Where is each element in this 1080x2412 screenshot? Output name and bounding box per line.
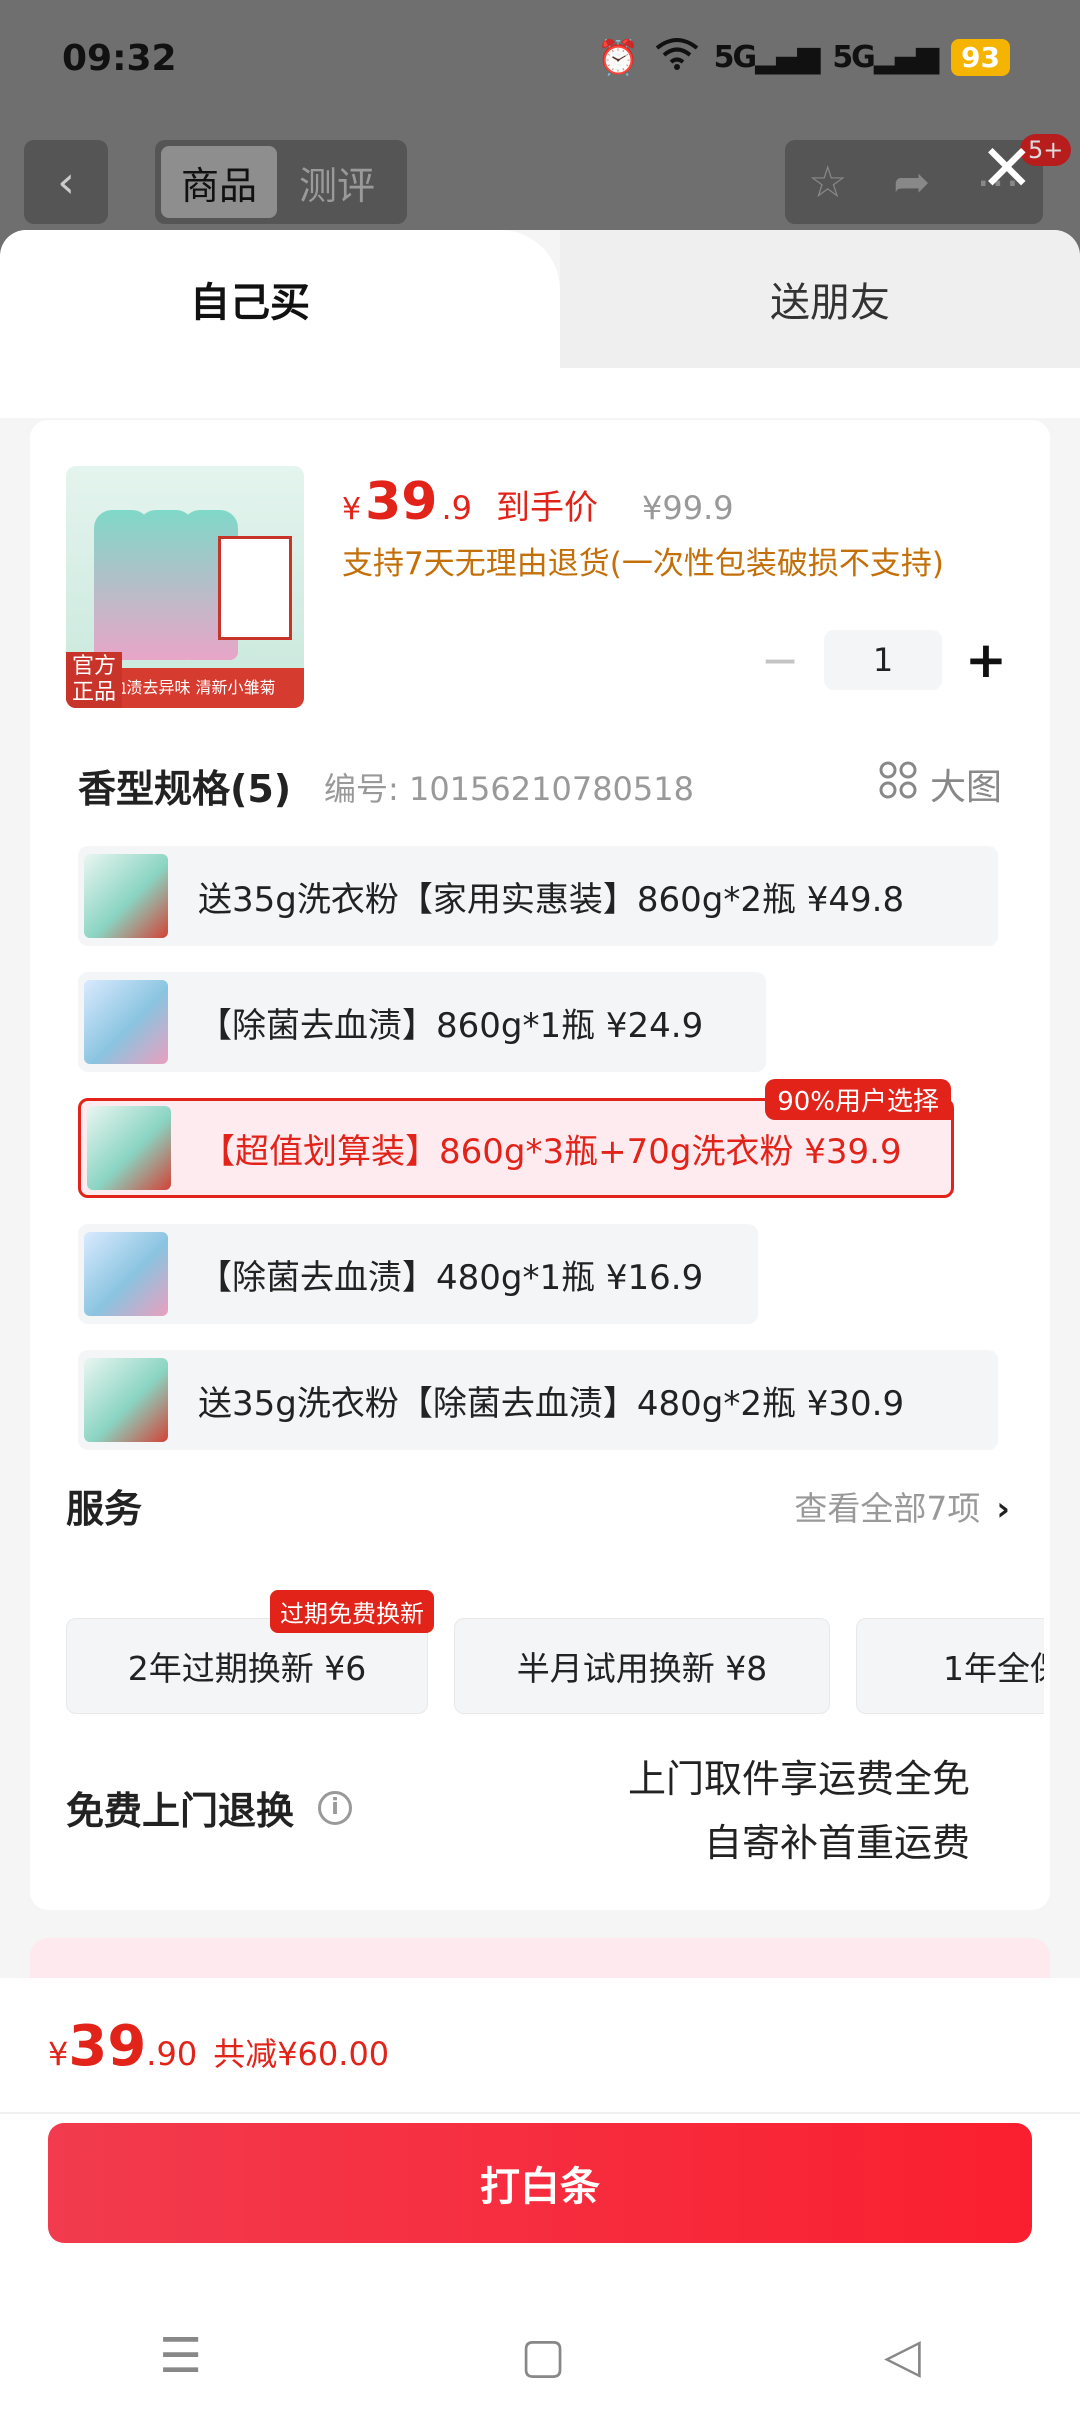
view-all-services[interactable]: 查看全部7项 › xyxy=(794,1482,1010,1530)
view-all-label: 查看全部7项 xyxy=(794,1489,981,1528)
battery-indicator: 93 xyxy=(951,39,1010,76)
share-icon[interactable]: ➦ xyxy=(893,157,930,208)
service-full-protection[interactable]: 1年全保换新 xyxy=(856,1618,1044,1714)
divider xyxy=(0,2112,1080,2114)
tab-gift-friend[interactable]: 送朋友 xyxy=(560,230,1080,368)
signal-icon-1: 5G▂▄▆ xyxy=(713,40,821,75)
big-image-label: 大图 xyxy=(929,767,1002,808)
increase-button[interactable]: + xyxy=(956,631,1016,689)
spec-option-4[interactable]: 【除菌去血渍】480g*1瓶 ¥16.9 xyxy=(78,1224,758,1324)
home-icon[interactable]: ▢ xyxy=(520,2328,565,2384)
product-card: 去血渍去异味 清新小雏菊 官方正品 ¥ 39 .9 到手价 ¥99.9 支持7天… xyxy=(30,420,1050,1910)
status-time: 09:32 xyxy=(62,38,177,79)
price-label: 到手价 xyxy=(496,488,598,528)
total-currency: ¥ xyxy=(48,2035,69,2073)
free-return-label: 免费上门退换 xyxy=(66,1789,295,1833)
option-thumbnail xyxy=(87,1106,171,1190)
option-thumbnail xyxy=(84,1358,168,1442)
product-price: ¥ 39 .9 到手价 ¥99.9 xyxy=(342,472,734,532)
total-integer: 39 xyxy=(68,2014,147,2079)
status-bar: 09:32 ⏰ 5G▂▄▆ 5G▂▄▆ 93 xyxy=(0,0,1080,120)
spec-option-3-selected[interactable]: 【超值划算装】860g*3瓶+70g洗衣粉 ¥39.9 90%用户选择 xyxy=(78,1079,954,1198)
service-title: 服务 xyxy=(66,1487,143,1531)
decrease-button[interactable]: − xyxy=(750,633,810,687)
tab-buy-self[interactable]: 自己买 xyxy=(0,230,560,368)
option-label: 【除菌去血渍】860g*1瓶 ¥24.9 xyxy=(198,1005,704,1046)
promo-strip xyxy=(30,1938,1050,1978)
big-image-button[interactable]: 大图 xyxy=(878,758,1002,810)
quantity-stepper: − 1 + xyxy=(750,630,1016,690)
total-savings: 共减¥60.00 xyxy=(213,2035,390,2073)
expire-replace-badge: 过期免费换新 xyxy=(270,1590,434,1633)
return-self-ship-text: 自寄补首重运费 xyxy=(703,1821,970,1865)
alarm-icon: ⏰ xyxy=(597,37,640,78)
popular-choice-badge: 90%用户选择 xyxy=(765,1079,951,1120)
tab-product[interactable]: 商品 xyxy=(161,146,277,218)
purchase-tabs: 送朋友 自己买 xyxy=(0,230,1080,368)
product-code: 编号: 10156210780518 xyxy=(324,770,694,808)
spec-option-2[interactable]: 【除菌去血渍】860g*1瓶 ¥24.9 xyxy=(78,972,766,1072)
option-label: 【除菌去血渍】480g*1瓶 ¥16.9 xyxy=(198,1257,704,1298)
quantity-input[interactable]: 1 xyxy=(824,630,942,690)
price-integer: 39 xyxy=(365,472,438,532)
favorite-star-icon[interactable]: ☆ xyxy=(808,157,847,208)
pay-baitiao-button[interactable]: 打白条 xyxy=(48,2123,1032,2243)
grid-icon xyxy=(878,760,918,809)
back-triangle-icon[interactable]: ◁ xyxy=(884,2328,921,2384)
tab-review[interactable]: 测评 xyxy=(277,155,397,210)
wifi-icon xyxy=(654,36,700,79)
menu-icon[interactable]: ☰ xyxy=(159,2328,202,2384)
service-trial-replace[interactable]: 半月试用换新 ¥8 xyxy=(454,1618,830,1714)
total-decimal: .90 xyxy=(146,2035,198,2073)
official-badge: 官方正品 xyxy=(66,652,122,708)
price-decimal: .9 xyxy=(441,489,472,527)
chevron-right-icon: › xyxy=(996,1489,1010,1528)
return-policy: 支持7天无理由退货(一次性包装破损不支持) xyxy=(342,546,944,582)
spec-option-1[interactable]: 送35g洗衣粉【家用实惠装】860g*2瓶 ¥49.8 xyxy=(78,846,998,946)
system-nav-bar: ☰ ▢ ◁ xyxy=(0,2300,1080,2412)
product-top-nav: ‹ 商品 测评 ☆ ➦ ⋯ 5+ xyxy=(0,134,1080,230)
chevron-left-icon: ‹ xyxy=(57,156,75,208)
product-image[interactable]: 去血渍去异味 清新小雏菊 官方正品 xyxy=(66,466,304,708)
return-pickup-text: 上门取件享运费全免 xyxy=(627,1757,970,1801)
status-icons: ⏰ 5G▂▄▆ 5G▂▄▆ 93 xyxy=(597,36,1010,79)
option-thumbnail xyxy=(84,854,168,938)
product-tab-switch: 商品 测评 xyxy=(155,140,407,224)
total-price: ¥ 39 .90 共减¥60.00 xyxy=(48,2014,389,2079)
free-return-title: 免费上门退换 i xyxy=(66,1780,353,1835)
option-thumbnail xyxy=(84,980,168,1064)
back-button[interactable]: ‹ xyxy=(24,140,108,224)
price-currency: ¥ xyxy=(342,492,362,527)
sheet-background xyxy=(0,368,1080,418)
service-options: 2年过期换新 ¥6 半月试用换新 ¥8 1年全保换新 xyxy=(66,1618,1044,1716)
info-icon[interactable]: i xyxy=(318,1790,353,1825)
option-thumbnail xyxy=(84,1232,168,1316)
close-icon[interactable]: ✕ xyxy=(980,132,1034,206)
signal-icon-2: 5G▂▄▆ xyxy=(832,40,939,75)
spec-title: 香型规格(5) xyxy=(78,767,292,811)
spec-option-5[interactable]: 送35g洗衣粉【除菌去血渍】480g*2瓶 ¥30.9 xyxy=(78,1350,998,1450)
original-price: ¥99.9 xyxy=(642,489,734,527)
option-label: 送35g洗衣粉【除菌去血渍】480g*2瓶 ¥30.9 xyxy=(198,1383,905,1424)
option-label: 【超值划算装】860g*3瓶+70g洗衣粉 ¥39.9 xyxy=(201,1131,902,1172)
option-label: 送35g洗衣粉【家用实惠装】860g*2瓶 ¥49.8 xyxy=(198,879,905,920)
